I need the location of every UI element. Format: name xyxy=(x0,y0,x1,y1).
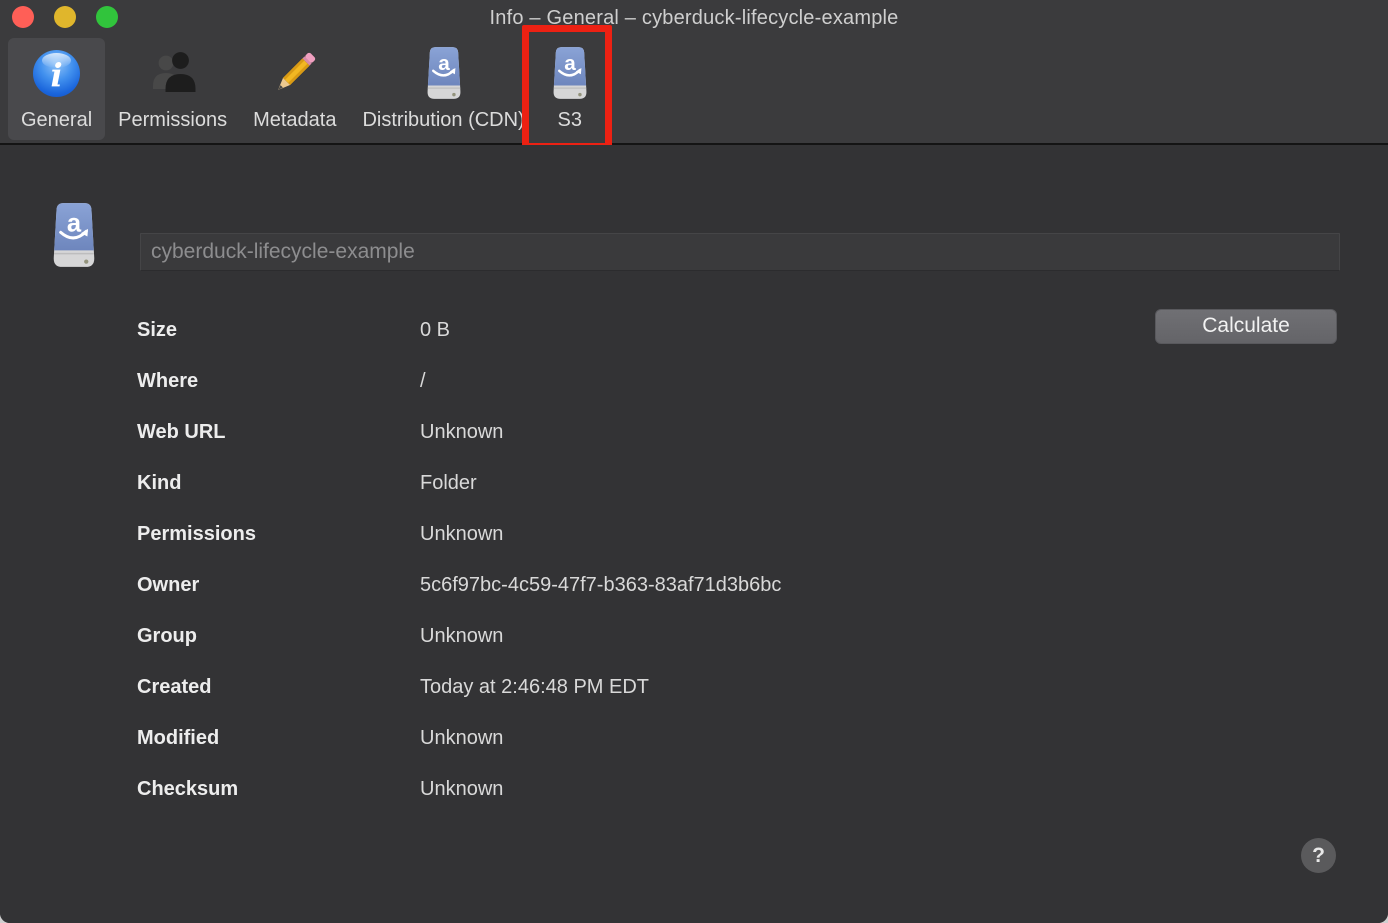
row-label: Size xyxy=(137,319,420,342)
filename-field[interactable] xyxy=(140,233,1340,271)
row-value: 0 B xyxy=(420,319,450,342)
amazon-drive-icon xyxy=(425,45,463,101)
row-value: Unknown xyxy=(420,778,503,801)
table-row-owner: Owner 5c6f97bc-4c59-47f7-b363-83af71d3b6… xyxy=(137,560,1348,611)
table-row-size: Size 0 B xyxy=(137,305,1348,356)
row-label: Kind xyxy=(137,472,420,495)
row-value: Folder xyxy=(420,472,477,495)
pencil-icon xyxy=(269,45,321,101)
titlebar[interactable]: Info – General – cyberduck-lifecycle-exa… xyxy=(0,0,1388,36)
tab-permissions[interactable]: Permissions xyxy=(105,38,240,140)
row-value: 5c6f97bc-4c59-47f7-b363-83af71d3b6bc xyxy=(420,574,781,597)
tab-distribution-cdn[interactable]: Distribution (CDN) xyxy=(349,38,537,140)
info-window: Info – General – cyberduck-lifecycle-exa… xyxy=(0,0,1388,923)
general-panel: Calculate Size 0 B Where / Web URL Unkno… xyxy=(0,145,1388,923)
row-label: Where xyxy=(137,370,420,393)
row-label: Web URL xyxy=(137,421,420,444)
table-row-kind: Kind Folder xyxy=(137,458,1348,509)
table-row-permissions: Permissions Unknown xyxy=(137,509,1348,560)
window-title: Info – General – cyberduck-lifecycle-exa… xyxy=(0,0,1388,36)
amazon-drive-icon xyxy=(551,45,589,101)
tab-general[interactable]: i General xyxy=(8,38,105,140)
table-row-where: Where / xyxy=(137,356,1348,407)
row-label: Modified xyxy=(137,727,420,750)
tab-label: Metadata xyxy=(253,109,336,131)
help-button[interactable]: ? xyxy=(1301,838,1336,873)
people-icon xyxy=(147,45,199,101)
row-value: / xyxy=(420,370,426,393)
row-label: Checksum xyxy=(137,778,420,801)
row-value: Unknown xyxy=(420,625,503,648)
row-label: Owner xyxy=(137,574,420,597)
table-row-modified: Modified Unknown xyxy=(137,713,1348,764)
tab-label: S3 xyxy=(557,109,581,131)
row-label: Permissions xyxy=(137,523,420,546)
toolbar: i General Permissions xyxy=(0,36,1388,143)
tab-metadata[interactable]: Metadata xyxy=(240,38,349,140)
row-label: Group xyxy=(137,625,420,648)
info-icon: i xyxy=(33,45,80,101)
info-table: Size 0 B Where / Web URL Unknown Kind Fo… xyxy=(137,305,1348,815)
table-row-created: Created Today at 2:46:48 PM EDT xyxy=(137,662,1348,713)
table-row-checksum: Checksum Unknown xyxy=(137,764,1348,815)
tab-label: Distribution (CDN) xyxy=(362,109,524,131)
table-row-group: Group Unknown xyxy=(137,611,1348,662)
amazon-drive-icon xyxy=(47,202,101,273)
tab-s3[interactable]: S3 xyxy=(538,38,602,140)
tab-label: General xyxy=(21,109,92,131)
table-row-web-url: Web URL Unknown xyxy=(137,407,1348,458)
tab-label: Permissions xyxy=(118,109,227,131)
window-chrome: Info – General – cyberduck-lifecycle-exa… xyxy=(0,0,1388,145)
row-label: Created xyxy=(137,676,420,699)
row-value: Today at 2:46:48 PM EDT xyxy=(420,676,649,699)
row-value: Unknown xyxy=(420,523,503,546)
row-value: Unknown xyxy=(420,727,503,750)
row-value: Unknown xyxy=(420,421,503,444)
